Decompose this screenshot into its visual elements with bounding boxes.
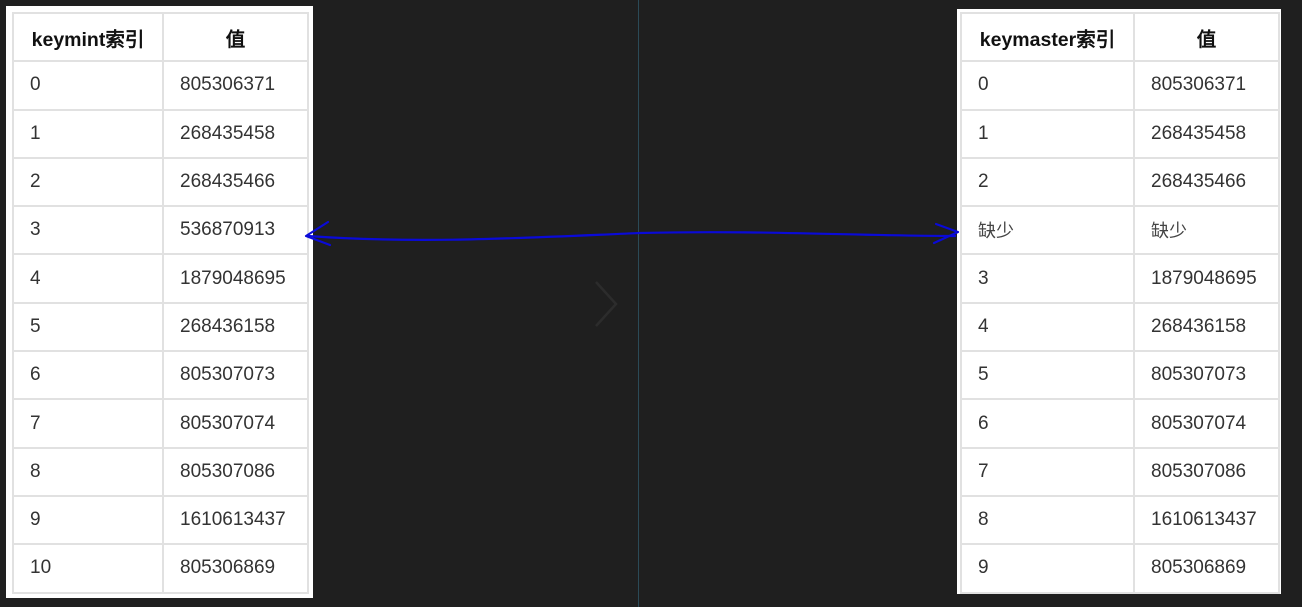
- index-cell: 1: [12, 108, 164, 159]
- value-cell: 1610613437: [162, 494, 309, 546]
- table-header-row: keymint索引 值: [12, 11, 309, 63]
- index-cell: 8: [960, 494, 1135, 546]
- value-cell: 805307086: [1133, 446, 1280, 497]
- table-row: 1 268435458: [12, 108, 309, 159]
- index-cell: 3: [960, 253, 1135, 304]
- index-cell: 6: [12, 350, 164, 401]
- value-cell: 1879048695: [162, 253, 309, 304]
- value-cell: 805307074: [1133, 398, 1280, 449]
- value-cell: 268435458: [1133, 108, 1280, 159]
- value-cell: 268436158: [162, 301, 309, 353]
- value-cell: 268436158: [1133, 301, 1280, 353]
- value-cell: 536870913: [162, 205, 309, 256]
- index-cell: 0: [12, 60, 164, 111]
- index-cell: 8: [12, 446, 164, 497]
- index-cell: 2: [960, 156, 1135, 208]
- value-cell: 268435458: [162, 108, 309, 159]
- table-row: 3 536870913: [12, 205, 309, 256]
- value-cell: 805307073: [1133, 350, 1280, 401]
- keymint-table-panel: keymint索引 值 0 805306371 1 268435458 2 2684354…: [6, 6, 313, 598]
- value-cell: 268435466: [162, 156, 309, 208]
- table-row: 10 805306869: [12, 543, 309, 594]
- index-cell: 4: [12, 253, 164, 304]
- index-cell: 6: [960, 398, 1135, 449]
- keymint-table: keymint索引 值 0 805306371 1 268435458 2 2684354…: [12, 11, 309, 594]
- table-row: 6 805307073: [12, 350, 309, 401]
- table-row: 8 805307086: [12, 446, 309, 497]
- table-row: 0 805306371: [960, 60, 1280, 111]
- column-header-value: 值: [162, 11, 309, 63]
- index-cell: 3: [12, 205, 164, 256]
- table-row: 9 805306869: [960, 543, 1280, 594]
- value-cell: 805307073: [162, 350, 309, 401]
- value-cell: 805306371: [162, 60, 309, 111]
- value-cell: 805306869: [162, 543, 309, 594]
- table-row: 0 805306371: [12, 60, 309, 111]
- table-row: 5 805307073: [960, 350, 1280, 401]
- table-header-row: keymaster索引 值: [960, 11, 1280, 63]
- index-cell: 5: [12, 301, 164, 353]
- index-cell: 0: [960, 60, 1135, 111]
- index-cell: 7: [960, 446, 1135, 497]
- table-row: 1 268435458: [960, 108, 1280, 159]
- index-cell: 9: [960, 543, 1135, 594]
- center-divider: [638, 0, 639, 607]
- column-header-index: keymaster索引: [960, 11, 1135, 63]
- table-row: 2 268435466: [960, 156, 1280, 208]
- value-cell: 1610613437: [1133, 494, 1280, 546]
- index-cell: 9: [12, 494, 164, 546]
- table-row: 缺少 缺少: [960, 205, 1280, 256]
- index-cell: 4: [960, 301, 1135, 353]
- value-cell: 缺少: [1133, 205, 1280, 256]
- table-row: 6 805307074: [960, 398, 1280, 449]
- table-row: 7 805307086: [960, 446, 1280, 497]
- index-cell: 2: [12, 156, 164, 208]
- table-row: 3 1879048695: [960, 253, 1280, 304]
- value-cell: 805306371: [1133, 60, 1280, 111]
- value-cell: 805306869: [1133, 543, 1280, 594]
- chevron-right-icon[interactable]: [588, 280, 628, 328]
- value-cell: 1879048695: [1133, 253, 1280, 304]
- table-row: 4 268436158: [960, 301, 1280, 353]
- keymaster-table-panel: keymaster索引 值 0 805306371 1 268435458 2 26843…: [957, 9, 1281, 594]
- table-row: 2 268435466: [12, 156, 309, 208]
- keymaster-table: keymaster索引 值 0 805306371 1 268435458 2 26843…: [960, 11, 1280, 594]
- table-row: 8 1610613437: [960, 494, 1280, 546]
- table-row: 9 1610613437: [12, 494, 309, 546]
- index-cell: 缺少: [960, 205, 1135, 256]
- column-header-index: keymint索引: [12, 11, 164, 63]
- table-row: 7 805307074: [12, 398, 309, 449]
- value-cell: 805307086: [162, 446, 309, 497]
- table-row: 4 1879048695: [12, 253, 309, 304]
- table-row: 5 268436158: [12, 301, 309, 353]
- value-cell: 268435466: [1133, 156, 1280, 208]
- index-cell: 10: [12, 543, 164, 594]
- index-cell: 7: [12, 398, 164, 449]
- index-cell: 5: [960, 350, 1135, 401]
- column-header-value: 值: [1133, 11, 1280, 63]
- value-cell: 805307074: [162, 398, 309, 449]
- index-cell: 1: [960, 108, 1135, 159]
